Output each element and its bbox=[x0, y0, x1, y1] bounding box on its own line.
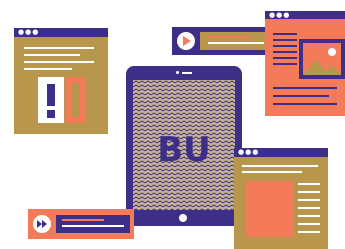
image-icon bbox=[299, 39, 345, 79]
text-line bbox=[24, 54, 80, 56]
orange-panel bbox=[66, 77, 86, 123]
progress-line bbox=[208, 36, 252, 38]
fast-forward-icon[interactable] bbox=[33, 215, 51, 233]
text-line bbox=[298, 183, 320, 185]
window-titlebar: ●●● bbox=[14, 28, 108, 37]
text-line bbox=[24, 68, 72, 70]
three-dots-icon: ●●● bbox=[269, 11, 291, 19]
window-body bbox=[14, 37, 108, 134]
text-line bbox=[298, 223, 320, 225]
tablet-device: BU bbox=[126, 66, 242, 226]
play-icon[interactable] bbox=[177, 32, 195, 50]
window-document-bottom-right: ●●● bbox=[234, 148, 328, 249]
circle-icon[interactable] bbox=[179, 214, 187, 222]
orange-panel bbox=[246, 181, 294, 237]
window-body bbox=[265, 19, 345, 116]
brand-logo: BU bbox=[157, 130, 211, 170]
window-titlebar: ●●● bbox=[234, 148, 328, 157]
speaker-slot bbox=[182, 72, 192, 74]
progress-line bbox=[62, 219, 104, 221]
tablet-screen: BU bbox=[133, 80, 235, 210]
window-document-top-left: ●●● bbox=[14, 28, 108, 134]
camera-dot bbox=[176, 71, 179, 74]
text-line bbox=[298, 191, 320, 193]
window-image-top-right: ●●● bbox=[265, 11, 345, 116]
text-line bbox=[298, 199, 320, 201]
window-titlebar: ●●● bbox=[265, 11, 345, 19]
three-dots-icon: ●●● bbox=[18, 28, 40, 36]
progress-line bbox=[62, 225, 124, 227]
text-line bbox=[242, 171, 302, 173]
player-track bbox=[56, 215, 130, 233]
window-player-top bbox=[172, 27, 268, 55]
three-dots-icon: ●●● bbox=[238, 148, 260, 156]
text-line bbox=[298, 207, 320, 209]
progress-line bbox=[208, 42, 264, 44]
player-track bbox=[200, 32, 268, 50]
text-line bbox=[24, 47, 94, 49]
exclamation-icon bbox=[38, 77, 64, 123]
text-line bbox=[242, 165, 318, 167]
window-player-bottom bbox=[28, 209, 134, 239]
text-line bbox=[24, 61, 94, 63]
text-line bbox=[298, 215, 320, 217]
text-line bbox=[298, 231, 320, 233]
window-body bbox=[234, 157, 328, 249]
